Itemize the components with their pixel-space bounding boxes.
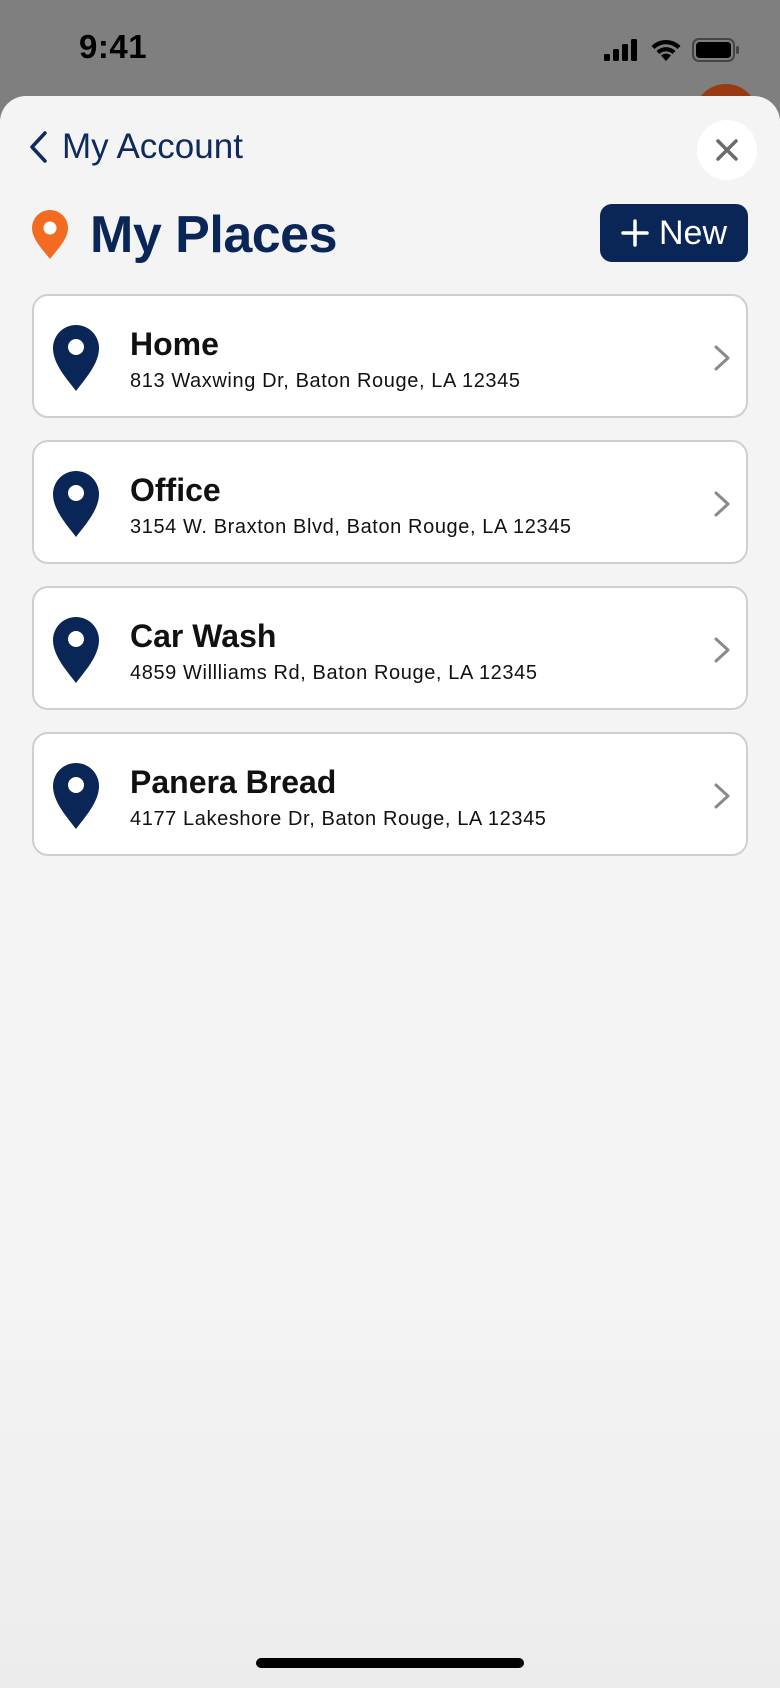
chevron-right-icon xyxy=(714,345,730,371)
chevron-right-icon xyxy=(714,491,730,517)
location-pin-icon xyxy=(53,471,99,537)
status-bar: 9:41 xyxy=(0,0,780,96)
status-icons xyxy=(604,36,740,64)
location-pin-icon xyxy=(53,325,99,391)
place-address: 3154 W. Braxton Blvd, Baton Rouge, LA 12… xyxy=(130,516,572,538)
place-card-home[interactable]: Home 813 Waxwing Dr, Baton Rouge, LA 123… xyxy=(32,294,748,418)
place-address: 4859 Willliams Rd, Baton Rouge, LA 12345 xyxy=(130,662,538,684)
place-card-car-wash[interactable]: Car Wash 4859 Willliams Rd, Baton Rouge,… xyxy=(32,586,748,710)
close-icon xyxy=(716,139,738,161)
title-row: My Places xyxy=(30,204,338,266)
place-address: 4177 Lakeshore Dr, Baton Rouge, LA 12345 xyxy=(130,808,547,830)
new-button-label: New xyxy=(658,213,728,252)
place-name: Car Wash xyxy=(130,618,277,654)
battery-icon xyxy=(692,38,739,62)
place-name: Office xyxy=(130,472,221,508)
back-link-label: My Account xyxy=(62,127,243,166)
close-button[interactable] xyxy=(697,120,757,180)
cellular-signal-icon xyxy=(604,39,637,61)
place-address: 813 Waxwing Dr, Baton Rouge, LA 12345 xyxy=(130,370,521,392)
place-name: Home xyxy=(130,326,219,362)
place-card-panera-bread[interactable]: Panera Bread 4177 Lakeshore Dr, Baton Ro… xyxy=(32,732,748,856)
plus-icon xyxy=(621,219,649,247)
home-indicator[interactable] xyxy=(256,1658,524,1668)
location-pin-icon xyxy=(53,763,99,829)
place-card-office[interactable]: Office 3154 W. Braxton Blvd, Baton Rouge… xyxy=(32,440,748,564)
back-to-my-account-link[interactable]: My Account xyxy=(28,126,243,168)
chevron-left-icon xyxy=(30,131,47,163)
chevron-right-icon xyxy=(714,637,730,663)
place-list: Home 813 Waxwing Dr, Baton Rouge, LA 123… xyxy=(32,294,748,878)
location-pin-icon xyxy=(32,210,68,259)
wifi-icon xyxy=(651,39,681,61)
location-pin-icon xyxy=(53,617,99,683)
status-time: 9:41 xyxy=(79,28,148,65)
chevron-right-icon xyxy=(714,783,730,809)
new-place-button[interactable]: New xyxy=(600,204,748,262)
place-name: Panera Bread xyxy=(130,764,337,800)
page-title: My Places xyxy=(90,206,338,264)
my-places-sheet: My Account My Places New Home 813 Waxwin… xyxy=(0,96,780,1688)
